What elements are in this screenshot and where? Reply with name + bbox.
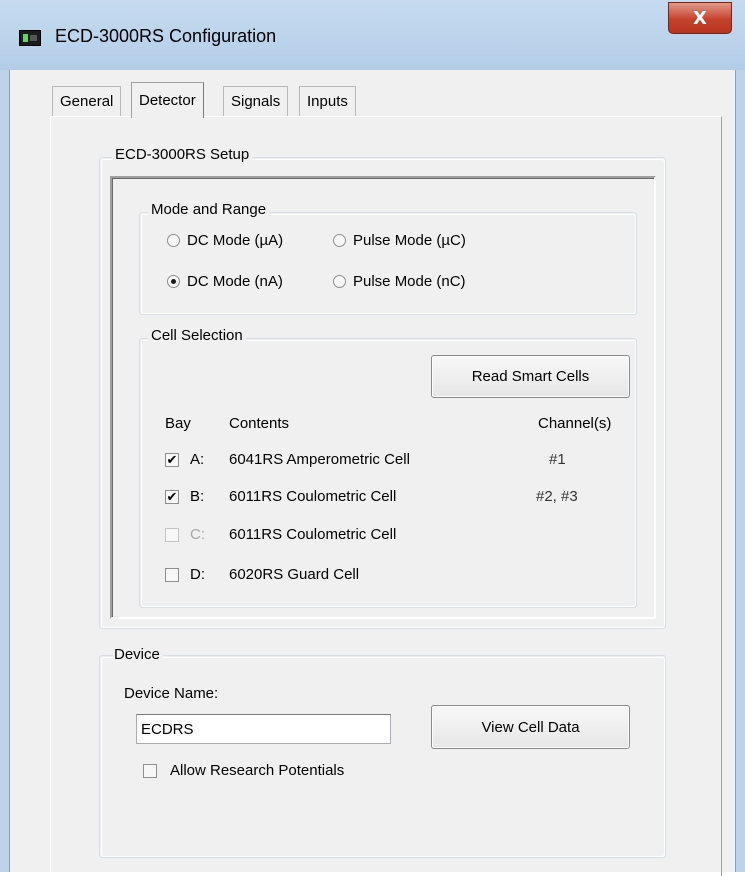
tab-general[interactable]: General (52, 86, 122, 116)
device-group-label: Device (113, 646, 163, 663)
radio-dc-na[interactable]: DC Mode (nA) (167, 273, 283, 290)
bay-b-checkbox[interactable]: ✔ (165, 490, 179, 504)
cell-selection-label: Cell Selection (148, 327, 246, 344)
bay-a-label: A: (190, 451, 205, 468)
tab-inputs-label: Inputs (307, 93, 348, 110)
bay-header: Bay (165, 415, 191, 432)
close-icon: X (693, 7, 707, 29)
bay-b-label: B: (190, 488, 205, 505)
radio-button[interactable] (167, 234, 180, 247)
tab-detector-label: Detector (139, 92, 196, 109)
mode-range-label: Mode and Range (148, 201, 270, 218)
tab-inputs[interactable]: Inputs (299, 86, 356, 116)
bay-c-checkbox[interactable] (165, 528, 179, 542)
radio-pulse-nc[interactable]: Pulse Mode (nC) (333, 273, 466, 290)
bay-c-contents: 6011RS Coulometric Cell (229, 526, 397, 543)
channels-header: Channel(s) (538, 415, 612, 432)
bay-a-channels: #1 (549, 451, 566, 468)
radio-pulse-uc-label: Pulse Mode (µC) (353, 232, 466, 249)
bay-d-label: D: (190, 566, 205, 583)
bay-b-contents: 6011RS Coulometric Cell (229, 488, 397, 505)
radio-button[interactable] (333, 234, 346, 247)
radio-button-selected[interactable] (167, 275, 180, 288)
radio-dc-ua[interactable]: DC Mode (µA) (167, 232, 283, 249)
mode-range-group (139, 212, 637, 315)
device-name-input[interactable]: ECDRS (136, 714, 391, 744)
allow-research-label: Allow Research Potentials (170, 762, 345, 779)
tab-general-label: General (60, 93, 114, 110)
radio-dc-ua-label: DC Mode (µA) (187, 232, 284, 249)
view-cell-data-label: View Cell Data (481, 718, 580, 736)
radio-pulse-nc-label: Pulse Mode (nC) (353, 273, 466, 290)
radio-button[interactable] (333, 275, 346, 288)
device-name-value: ECDRS (141, 720, 194, 738)
tab-detector[interactable]: Detector (131, 82, 204, 118)
read-smart-cells-label: Read Smart Cells (471, 368, 590, 385)
tab-signals-label: Signals (231, 93, 281, 110)
device-name-label: Device Name: (124, 685, 219, 702)
radio-dc-na-label: DC Mode (nA) (187, 273, 283, 290)
radio-pulse-uc[interactable]: Pulse Mode (µC) (333, 232, 466, 249)
bay-c-label: C: (190, 526, 205, 543)
close-button[interactable]: X (668, 2, 732, 34)
tab-signals[interactable]: Signals (223, 86, 289, 116)
app-window-icon (19, 30, 41, 46)
checkmark-icon: ✔ (166, 489, 178, 505)
setup-group-label: ECD-3000RS Setup (112, 146, 253, 163)
bay-b-channels: #2, #3 (536, 488, 578, 505)
allow-research-checkbox[interactable] (143, 764, 157, 778)
bay-d-contents: 6020RS Guard Cell (229, 566, 360, 583)
view-cell-data-button[interactable]: View Cell Data (431, 705, 630, 749)
checkmark-icon: ✔ (166, 452, 178, 468)
contents-header: Contents (229, 415, 290, 432)
read-smart-cells-button[interactable]: Read Smart Cells (431, 355, 630, 398)
bay-a-checkbox[interactable]: ✔ (165, 453, 179, 467)
bay-d-checkbox[interactable] (165, 568, 179, 582)
bay-a-contents: 6041RS Amperometric Cell (229, 451, 410, 468)
window-title: ECD-3000RS Configuration (55, 26, 277, 46)
